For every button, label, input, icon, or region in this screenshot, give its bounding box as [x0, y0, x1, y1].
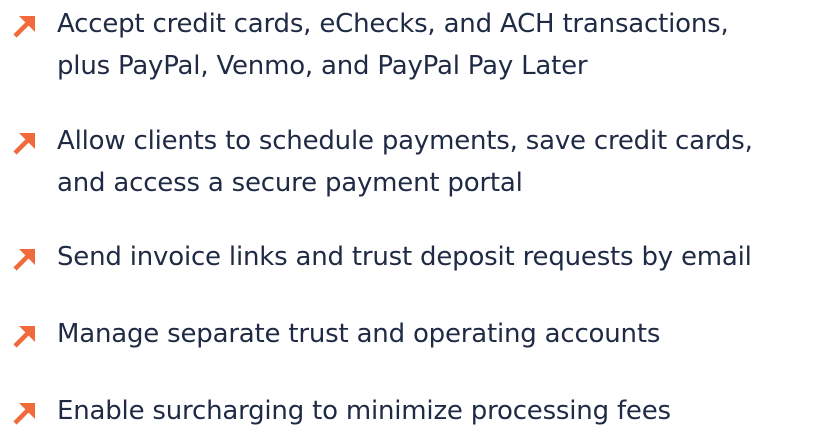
- list-item-line: Allow clients to schedule payments, save…: [57, 126, 753, 156]
- list-item-text: Send invoice links and trust deposit req…: [57, 236, 823, 278]
- list-item-line: and access a secure payment portal: [57, 168, 523, 198]
- list-item-text: Enable surcharging to minimize processin…: [57, 390, 823, 432]
- list-item-text: Manage separate trust and operating acco…: [57, 313, 823, 355]
- list-item-text: Accept credit cards, eChecks, and ACH tr…: [57, 3, 823, 87]
- arrow-up-right-icon: [11, 12, 39, 40]
- arrow-up-right-icon: [11, 129, 39, 157]
- arrow-up-right-icon: [11, 245, 39, 273]
- list-item-line: Accept credit cards, eChecks, and ACH tr…: [57, 9, 729, 39]
- list-item-line: Send invoice links and trust deposit req…: [57, 242, 752, 272]
- list-item-line: plus PayPal, Venmo, and PayPal Pay Later: [57, 51, 588, 81]
- list-item-line: Enable surcharging to minimize processin…: [57, 396, 671, 426]
- arrow-up-right-icon: [11, 399, 39, 427]
- list-item-text: Allow clients to schedule payments, save…: [57, 120, 823, 204]
- list-item-line: Manage separate trust and operating acco…: [57, 319, 661, 349]
- arrow-up-right-icon: [11, 322, 39, 350]
